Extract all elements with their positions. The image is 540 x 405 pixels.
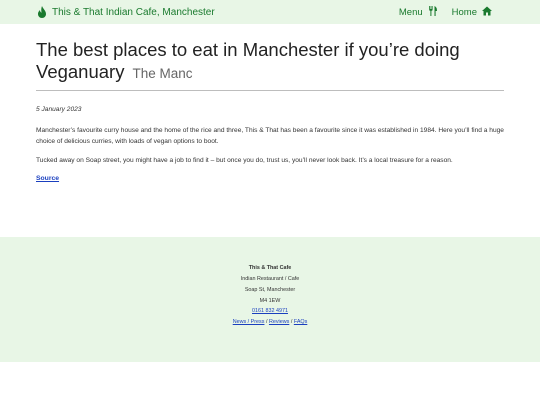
brand-label: This & That Indian Cafe, Manchester [52, 6, 215, 18]
footer-type: Indian Restaurant / Cafe [240, 276, 300, 282]
footer: This & That Cafe Indian Restaurant / Caf… [0, 237, 540, 362]
nav-menu-label: Menu [398, 6, 423, 18]
home-icon [482, 6, 492, 19]
nav-home-label: Home [451, 6, 477, 18]
article-paragraph-1: Manchester’s favourite curry house and t… [36, 127, 504, 145]
main-nav: Menu Home [399, 0, 492, 24]
cutlery-icon [428, 5, 438, 19]
footer-postcode: M4 1EW [259, 298, 281, 304]
article-title: The best places to eat in Manchester if … [36, 39, 506, 85]
footer-phone-line: 0161 832 4971 [0, 308, 540, 314]
footer-name: This & That Cafe [248, 265, 292, 271]
article-paragraph-2: Tucked away on Soap street, you might ha… [36, 157, 453, 164]
article-date: 5 January 2023 [36, 106, 82, 113]
footer-link-news[interactable]: News / Press [233, 319, 265, 325]
footer-street: Soap St, Manchester [244, 287, 296, 293]
brand-link[interactable]: This & That Indian Cafe, Manchester [37, 0, 215, 24]
footer-links: News / Press / Reviews / FAQs [0, 319, 540, 325]
footer-link-faqs[interactable]: FAQs [294, 319, 307, 325]
footer-phone-link[interactable]: 0161 832 4971 [252, 308, 288, 314]
title-divider [36, 90, 504, 91]
nav-menu-link[interactable]: Menu [398, 5, 438, 19]
article-title-text: The best places to eat in Manchester if … [36, 39, 460, 82]
source-link[interactable]: Source [36, 175, 59, 182]
top-navbar: This & That Indian Cafe, Manchester Menu… [0, 0, 540, 24]
nav-home-link[interactable]: Home [452, 6, 492, 19]
footer-link-reviews[interactable]: Reviews [269, 319, 289, 325]
flame-icon [37, 6, 47, 18]
article-source-name: The Manc [132, 66, 193, 81]
